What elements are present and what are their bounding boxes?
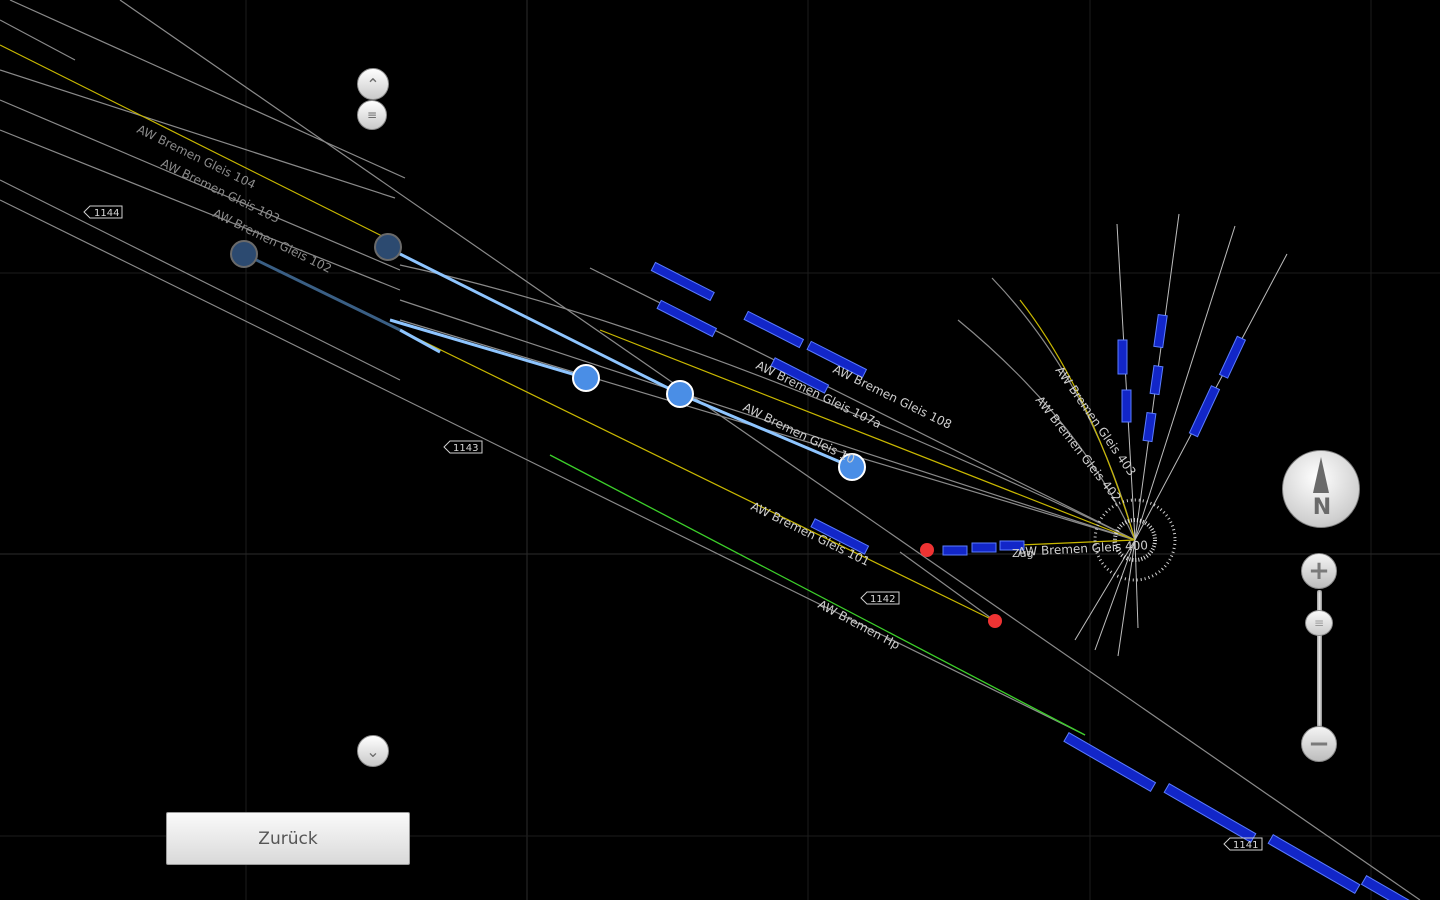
km-marker: 1141 (1223, 837, 1263, 851)
compass-button[interactable]: N (1282, 450, 1360, 528)
track-labels: AW Bremen Gleis 104 AW Bremen Gleis 103 … (135, 122, 1149, 652)
svg-text:1144: 1144 (94, 208, 119, 219)
km-markers: 1144 1143 1142 1141 (83, 205, 1263, 851)
scroll-down-button[interactable]: ⌄ (357, 735, 389, 767)
track-label: AW Bremen Gleis 400 (1017, 538, 1148, 559)
tracks (0, 0, 1421, 900)
route-node[interactable] (374, 233, 402, 261)
train-car[interactable] (1267, 833, 1361, 895)
track-map[interactable]: AW Bremen Gleis 104 AW Bremen Gleis 103 … (0, 0, 1440, 900)
track-label: AW Bremen Hp (816, 597, 903, 652)
train-car[interactable] (1142, 412, 1157, 443)
scroll-up-button[interactable]: ⌃ (357, 68, 389, 100)
signal-red[interactable] (920, 543, 934, 557)
train-car[interactable] (1117, 339, 1128, 375)
svg-text:1142: 1142 (870, 594, 895, 605)
zoom-in-button[interactable]: + (1301, 553, 1337, 589)
chevron-up-icon: ⌃ (366, 74, 380, 94)
train-car[interactable] (942, 545, 968, 556)
train-car[interactable] (1188, 385, 1221, 438)
grip-icon: ≡ (1313, 616, 1325, 630)
km-marker: 1143 (443, 440, 483, 454)
train-car[interactable] (1121, 389, 1132, 423)
scroll-handle[interactable]: ≡ (357, 100, 387, 130)
train-car[interactable] (650, 261, 715, 302)
plus-icon: + (1308, 556, 1330, 586)
train-car[interactable] (1153, 314, 1168, 349)
yellow-tracks (0, 44, 1136, 622)
route-node[interactable] (230, 240, 258, 268)
train-car[interactable] (1149, 365, 1164, 396)
zoom-out-button[interactable]: − (1301, 726, 1337, 762)
train-car[interactable] (656, 299, 718, 338)
back-button[interactable]: Zurück (166, 812, 410, 865)
km-marker: 1144 (83, 205, 123, 219)
train-car[interactable] (1063, 731, 1157, 793)
train-car[interactable] (971, 542, 997, 553)
track-label: AW Bremen Gleis 101 (749, 499, 872, 569)
compass-label: N (1312, 495, 1332, 520)
train-car[interactable] (743, 310, 805, 349)
signal-red[interactable] (988, 614, 1002, 628)
grip-icon: ≡ (366, 108, 378, 122)
train-car[interactable] (1163, 782, 1257, 844)
minus-icon: − (1308, 729, 1330, 759)
zoom-slider-handle[interactable]: ≡ (1305, 610, 1333, 636)
train-car[interactable] (1218, 335, 1247, 379)
chevron-down-icon: ⌄ (366, 741, 380, 761)
svg-text:1143: 1143 (453, 443, 478, 454)
km-marker: 1142 (860, 591, 900, 605)
svg-text:1141: 1141 (1233, 840, 1258, 851)
route-node[interactable] (572, 364, 600, 392)
green-track (549, 454, 1086, 736)
compass-needle-icon (1313, 457, 1329, 493)
train-label: Zug (1012, 547, 1034, 560)
route-node[interactable] (666, 380, 694, 408)
